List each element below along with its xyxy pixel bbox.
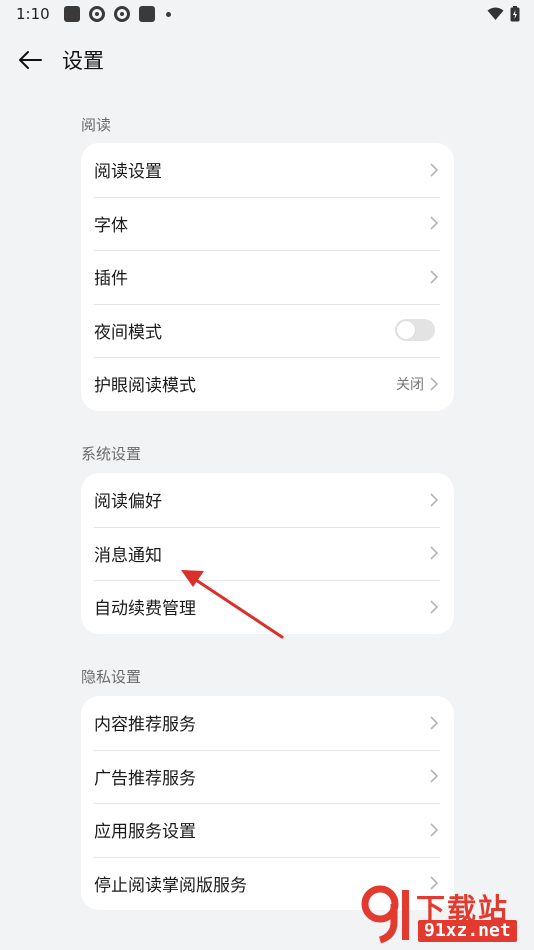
row-label: 护眼阅读模式 xyxy=(94,376,196,397)
watermark-logo: 下载站 91xz.net xyxy=(358,884,530,946)
chevron-right-icon xyxy=(430,162,440,178)
section-label-privacy: 隐私设置 xyxy=(81,668,142,686)
status-time: 1:10 xyxy=(16,5,50,23)
reading-settings-item[interactable]: 阅读设置 xyxy=(81,143,454,197)
night-mode-item: 夜间模式 xyxy=(81,303,454,358)
reading-settings-card: 阅读设置 字体 插件 夜间模式 护眼阅读模式 关闭 xyxy=(81,143,454,411)
plugins-item[interactable]: 插件 xyxy=(81,250,454,304)
watermark-url: 91xz.net xyxy=(418,920,517,942)
row-label: 字体 xyxy=(94,215,128,236)
row-label: 内容推荐服务 xyxy=(94,715,196,736)
chevron-right-icon xyxy=(430,215,440,231)
row-label: 阅读设置 xyxy=(94,162,162,183)
sync-icon xyxy=(113,6,130,22)
row-label: 应用服务设置 xyxy=(94,822,196,843)
content-recommendation-item[interactable]: 内容推荐服务 xyxy=(81,696,454,750)
night-mode-toggle[interactable] xyxy=(395,319,435,342)
row-label: 自动续费管理 xyxy=(94,599,196,620)
section-label-reading: 阅读 xyxy=(81,116,112,134)
chevron-right-icon xyxy=(430,599,440,615)
eye-care-mode-item[interactable]: 护眼阅读模式 关闭 xyxy=(81,357,454,411)
auto-renewal-item[interactable]: 自动续费管理 xyxy=(81,580,454,634)
ad-recommendation-item[interactable]: 广告推荐服务 xyxy=(81,749,454,804)
status-bar: 1:10 xyxy=(0,0,534,28)
row-label: 夜间模式 xyxy=(94,322,162,343)
top-app-bar: 设置 xyxy=(0,40,534,80)
message-notification-item[interactable]: 消息通知 xyxy=(81,526,454,581)
back-button[interactable] xyxy=(0,40,60,80)
chevron-right-icon xyxy=(430,768,440,784)
row-label: 广告推荐服务 xyxy=(94,768,196,789)
privacy-settings-card: 内容推荐服务 广告推荐服务 应用服务设置 停止阅读掌阅版服务 xyxy=(81,696,454,910)
back-arrow-icon xyxy=(19,51,42,69)
section-label-system: 系统设置 xyxy=(81,445,142,463)
page-title: 设置 xyxy=(62,49,104,73)
system-settings-card: 阅读偏好 消息通知 自动续费管理 xyxy=(81,473,454,634)
font-item[interactable]: 字体 xyxy=(81,196,454,251)
chevron-right-icon xyxy=(430,715,440,731)
app-service-settings-item[interactable]: 应用服务设置 xyxy=(81,803,454,857)
watermark-logo-icon xyxy=(361,885,409,944)
row-label: 阅读偏好 xyxy=(94,492,162,513)
row-label: 插件 xyxy=(94,269,128,290)
sync-icon xyxy=(88,6,105,22)
reading-preference-item[interactable]: 阅读偏好 xyxy=(81,473,454,527)
eye-care-mode-value: 关闭 xyxy=(396,376,424,393)
chevron-right-icon xyxy=(430,545,440,561)
chevron-right-icon xyxy=(430,822,440,838)
toggle-knob xyxy=(397,321,415,340)
chevron-right-icon xyxy=(430,269,440,285)
battery-icon xyxy=(510,6,520,22)
wifi-icon xyxy=(487,7,504,20)
more-notifications-icon xyxy=(165,11,171,17)
app-notification-icon xyxy=(138,6,155,22)
row-label: 消息通知 xyxy=(94,545,162,566)
chevron-right-icon xyxy=(430,492,440,508)
chevron-right-icon xyxy=(430,376,440,392)
app-notification-icon xyxy=(63,6,80,22)
